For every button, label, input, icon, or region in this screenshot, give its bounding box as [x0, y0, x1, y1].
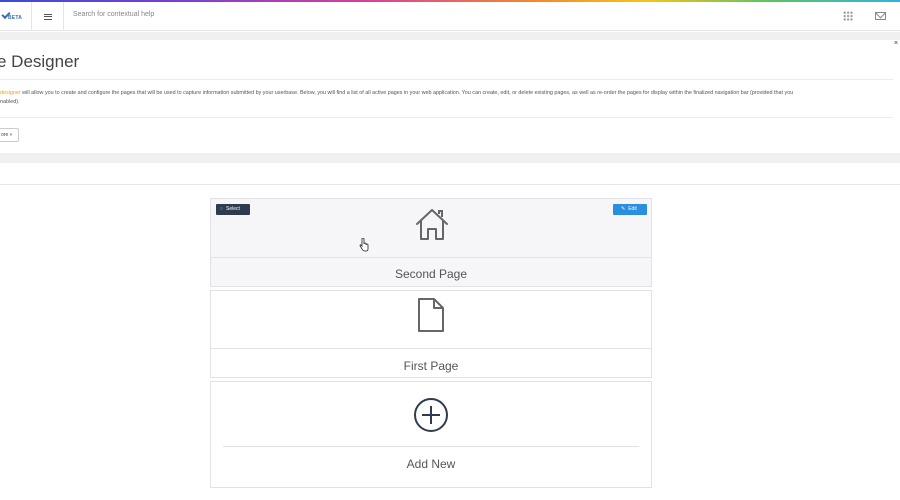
card-label: Add New: [406, 457, 456, 471]
top-bar: BETA Search for contextual help: [0, 2, 900, 31]
hand-cursor-icon: [359, 238, 369, 252]
card-divider: [211, 348, 651, 349]
description-text: will allow you to create and configure t…: [20, 90, 794, 96]
apps-grid-icon[interactable]: [843, 11, 853, 21]
card-label: First Page: [403, 359, 459, 373]
plus-circle-icon: [414, 398, 448, 432]
select-button[interactable]: ◌ Select: [216, 204, 250, 215]
add-new-card[interactable]: Add New: [210, 381, 652, 488]
select-icon: ◌: [220, 206, 223, 212]
document-icon: [418, 298, 444, 332]
menu-toggle-button[interactable]: [32, 2, 64, 31]
close-icon[interactable]: ×: [894, 40, 898, 47]
page-title: e Designer: [0, 52, 80, 71]
home-icon: [416, 209, 448, 240]
page-card-second-page[interactable]: ◌ Select ✎ Edit Second Page: [210, 198, 652, 287]
description-highlight: designer: [0, 90, 21, 96]
logo[interactable]: BETA: [0, 2, 32, 31]
divider: [0, 117, 893, 118]
mail-icon[interactable]: [875, 12, 886, 20]
beta-badge: BETA: [8, 15, 23, 21]
page-card-first-page[interactable]: First Page: [210, 290, 652, 378]
edit-button[interactable]: ✎ Edit: [613, 204, 647, 215]
description-text-continued: nabled).: [0, 99, 20, 105]
select-label: Select: [225, 206, 240, 212]
divider: [0, 79, 893, 80]
divider: [0, 184, 900, 185]
card-divider: [223, 446, 639, 447]
card-label: Second Page: [394, 267, 468, 281]
more-button[interactable]: ore »: [0, 128, 19, 142]
hamburger-menu-icon: [43, 13, 52, 20]
search-input[interactable]: Search for contextual help: [73, 11, 154, 18]
edit-icon: ✎: [621, 206, 626, 212]
separator-band: [0, 32, 900, 40]
separator-band: [0, 153, 900, 163]
edit-label: Edit: [628, 206, 637, 212]
page-description: designer will allow you to create and co…: [0, 89, 892, 107]
card-divider: [211, 257, 651, 258]
